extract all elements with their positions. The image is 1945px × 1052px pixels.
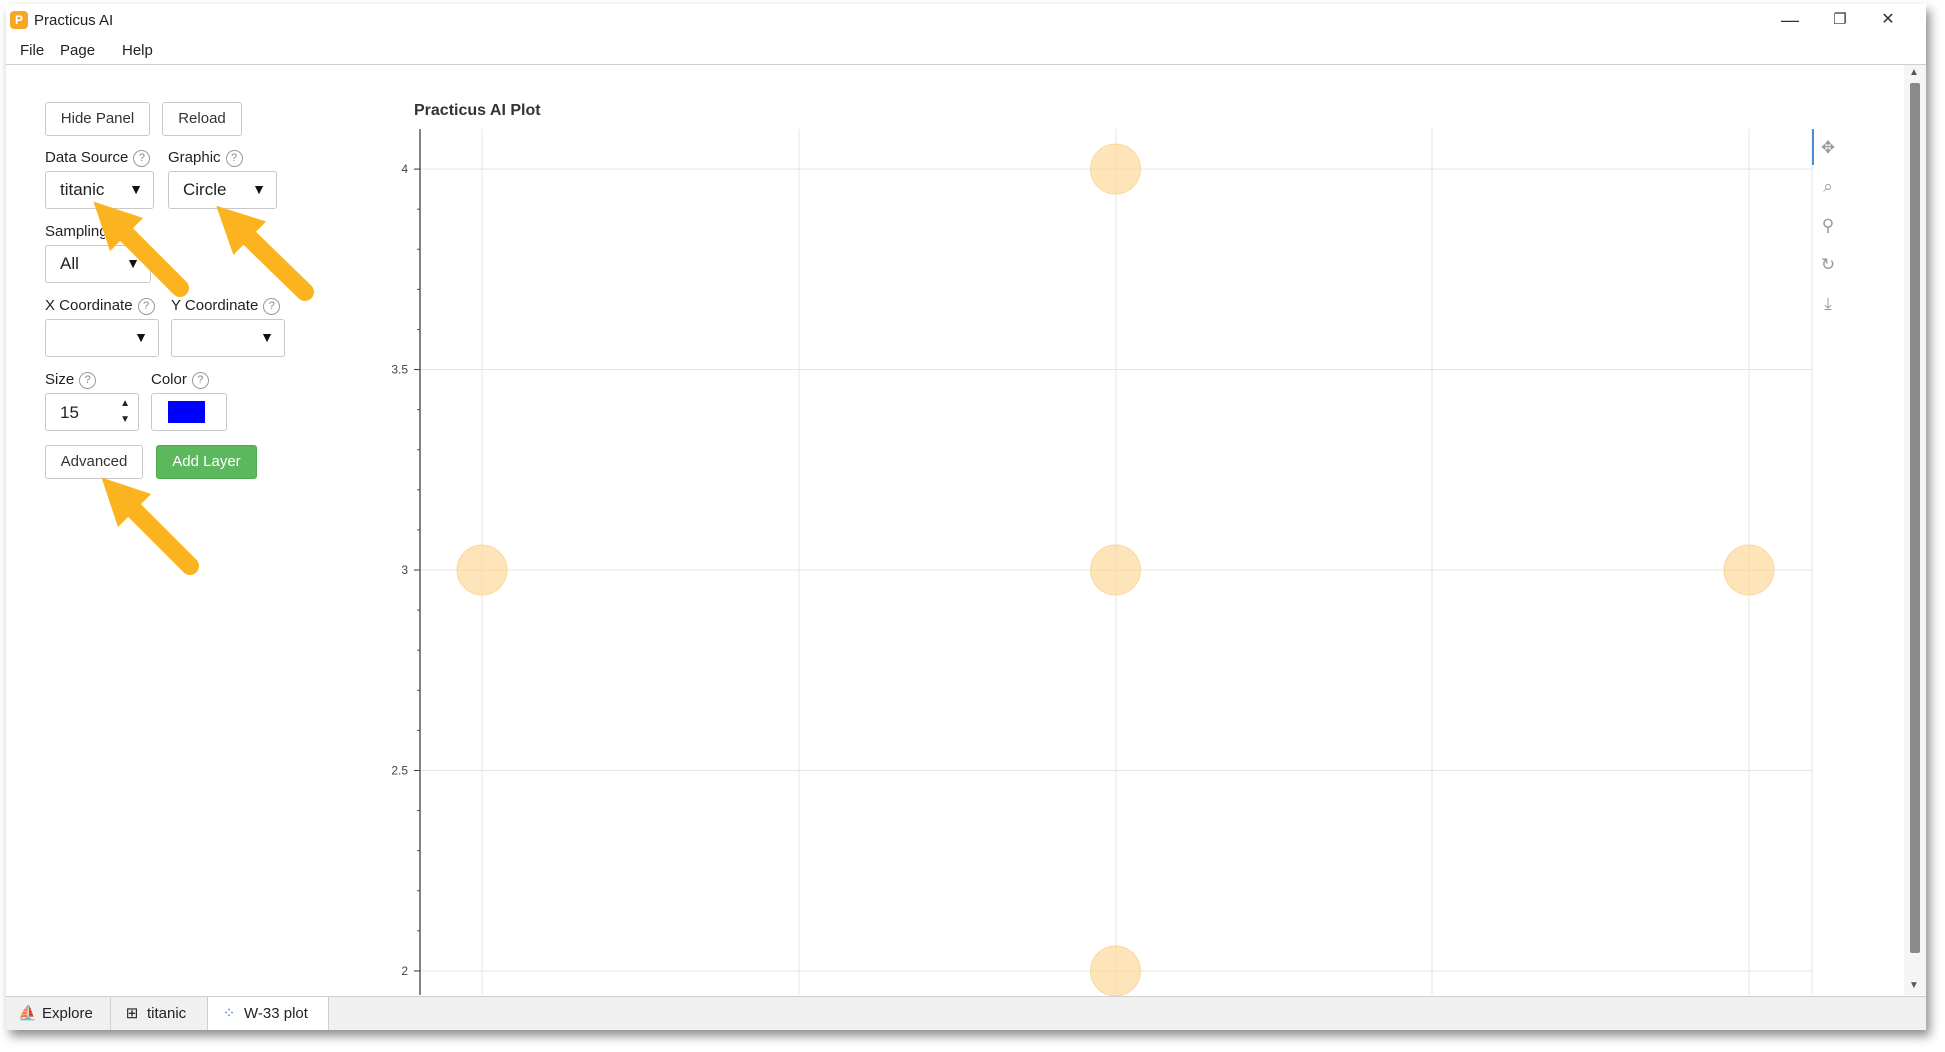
arrow-graphic: [216, 205, 314, 301]
arrow-data-source: [93, 201, 189, 297]
annotation-arrows: [93, 201, 314, 575]
arrow-advanced: [101, 477, 199, 575]
